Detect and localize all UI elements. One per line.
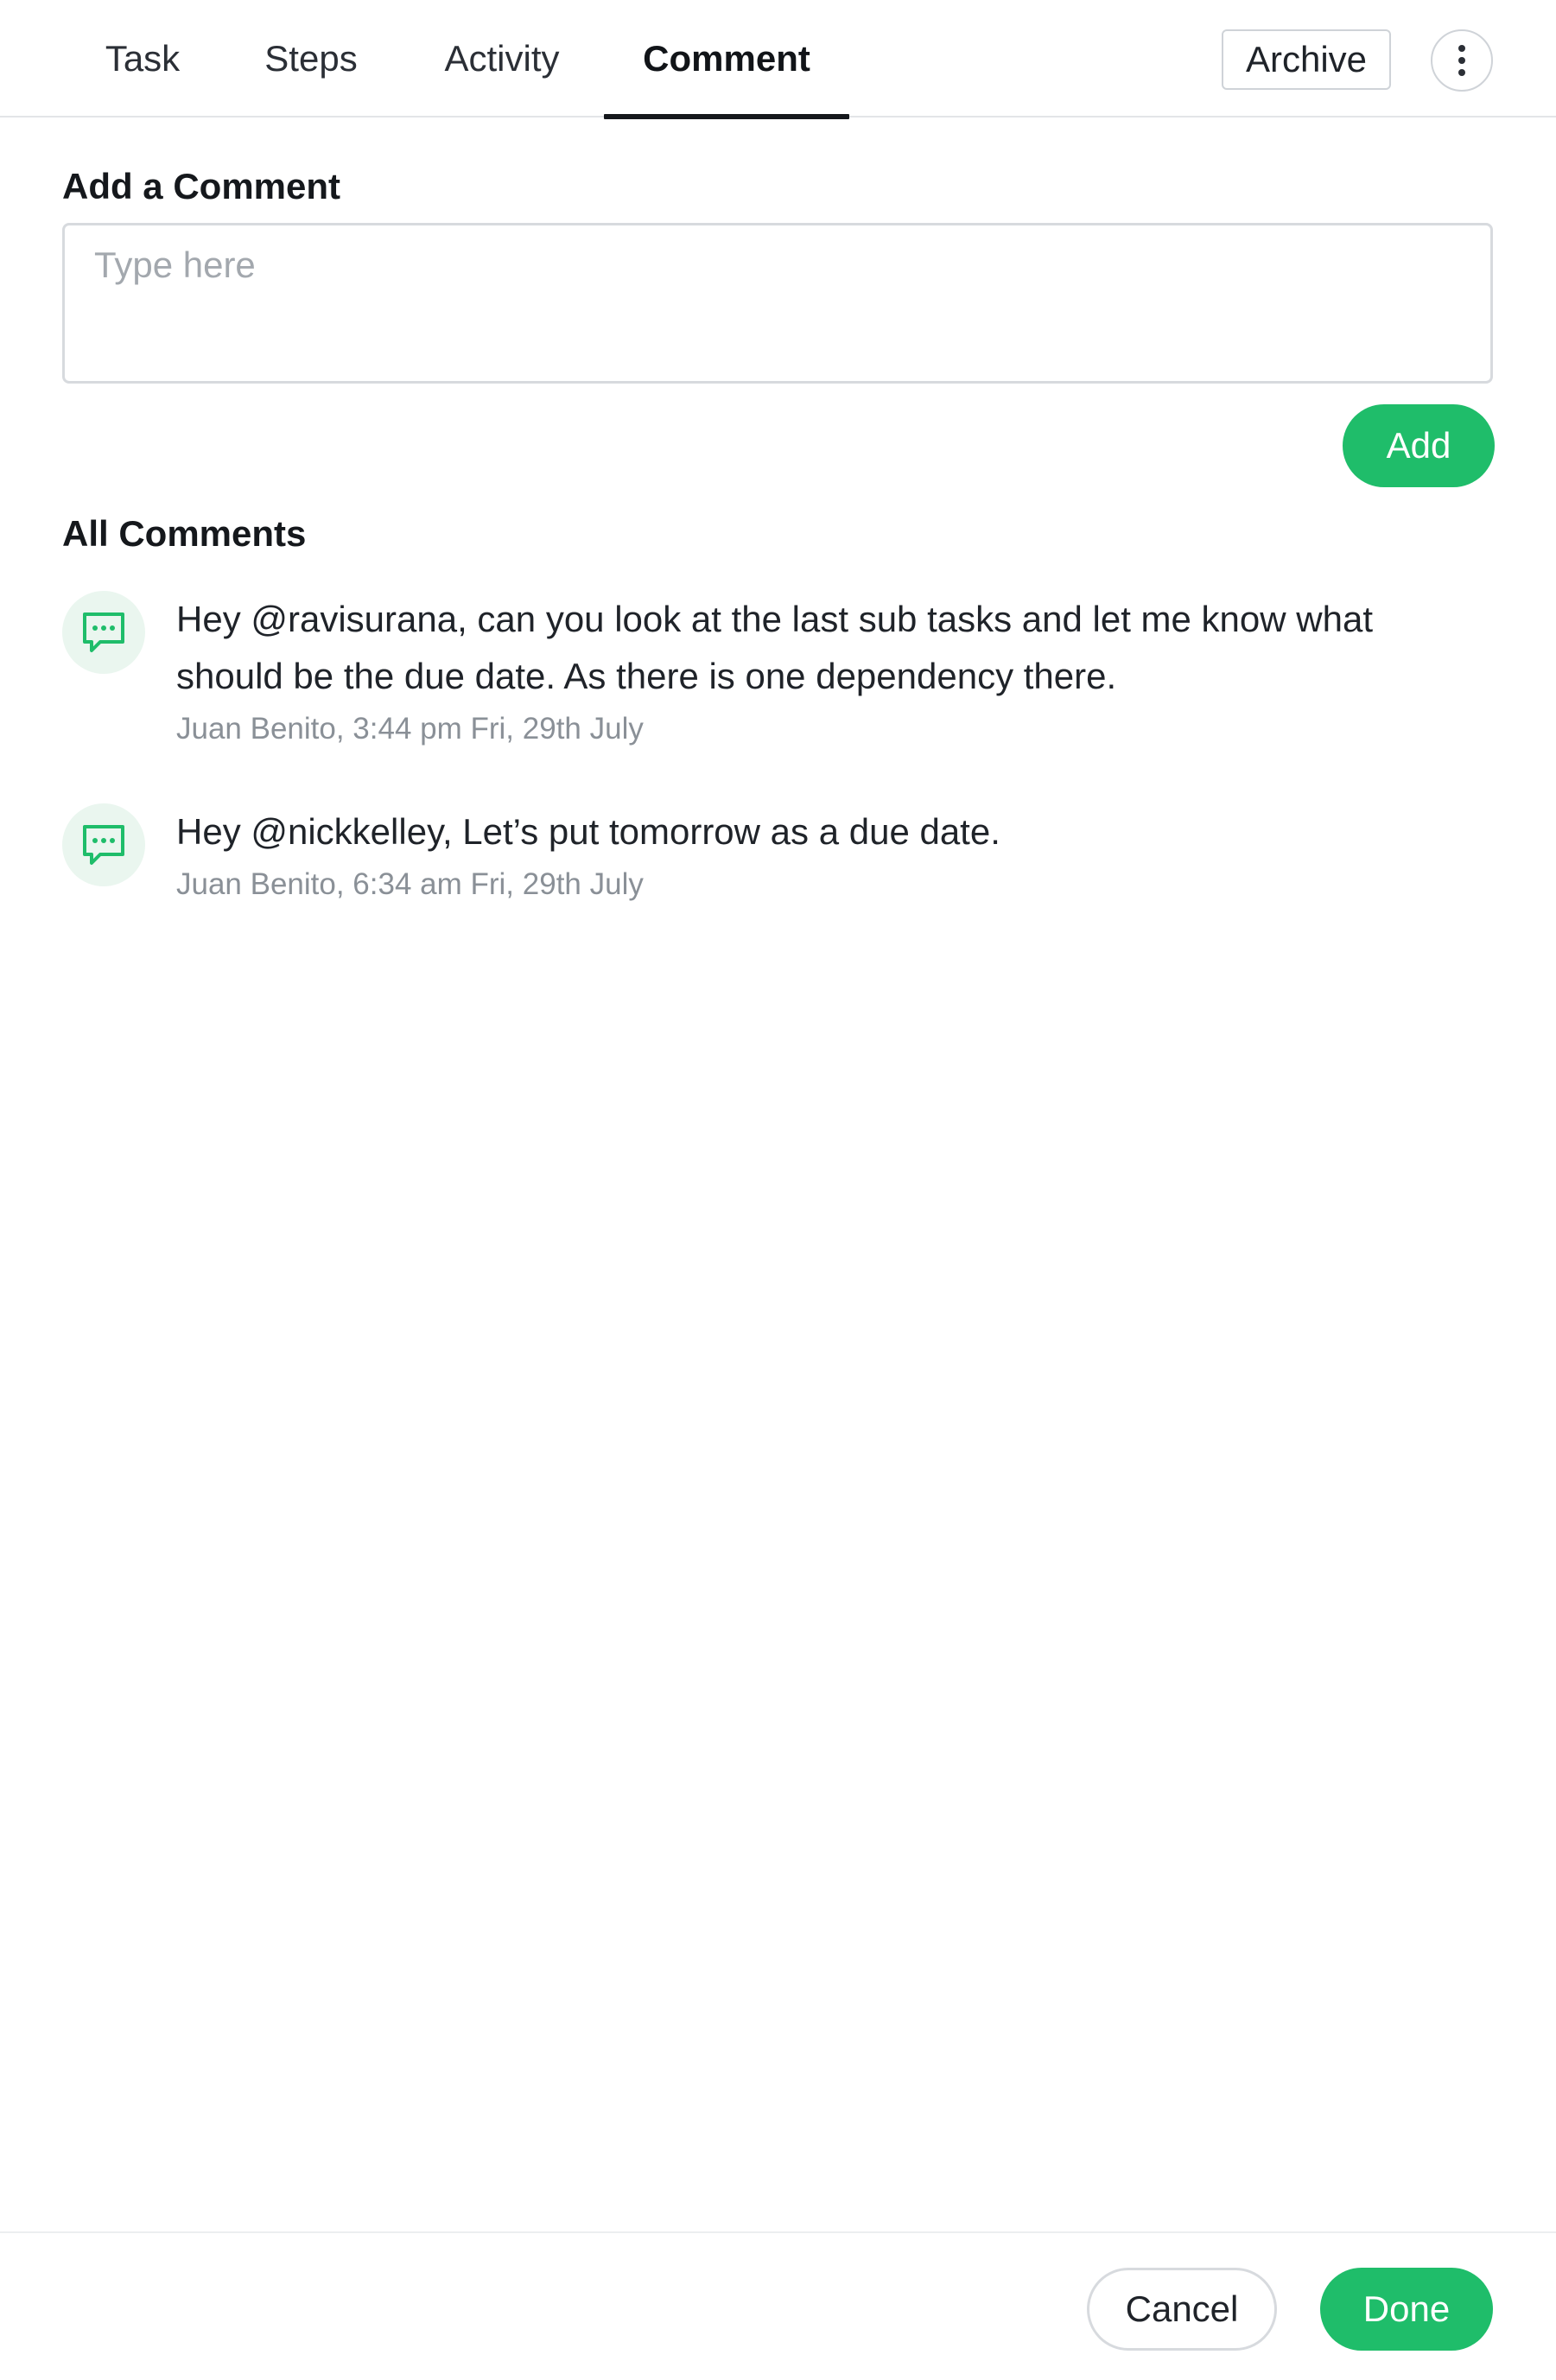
more-options-button[interactable] — [1431, 29, 1493, 92]
tab-label: Task — [105, 38, 181, 79]
cancel-button-label: Cancel — [1125, 2288, 1239, 2329]
add-comment-title: Add a Comment — [62, 166, 341, 206]
add-comment-button[interactable]: Add — [1343, 404, 1495, 487]
comment-item: Hey @ravisurana, can you look at the las… — [62, 591, 1493, 755]
comment-meta: Juan Benito, 6:34 am Fri, 29th July — [176, 867, 644, 901]
active-tab-indicator — [604, 114, 849, 119]
tab-activity[interactable]: Activity — [429, 0, 575, 117]
tab-label: Steps — [264, 38, 358, 79]
comment-text: Hey @ravisurana, can you look at the las… — [176, 599, 1373, 696]
archive-button-label: Archive — [1245, 39, 1368, 79]
comment-meta: Juan Benito, 3:44 pm Fri, 29th July — [176, 712, 644, 746]
comment-input[interactable] — [62, 223, 1493, 384]
comment-text: Hey @nickkelley, Let’s put tomorrow as a… — [176, 811, 1000, 852]
tab-label: Comment — [643, 38, 810, 79]
comment-avatar — [62, 591, 145, 674]
tab-label: Activity — [444, 38, 560, 79]
comment-avatar — [62, 803, 145, 886]
tab-steps[interactable]: Steps — [251, 0, 372, 117]
tab-bar: Task Steps Activity Comment Archive — [0, 0, 1556, 119]
done-button-label: Done — [1362, 2288, 1451, 2329]
tab-comment[interactable]: Comment — [604, 0, 849, 119]
chat-bubble-icon — [83, 612, 124, 652]
chat-bubble-icon — [83, 825, 124, 865]
footer-bar: Cancel Done — [0, 2231, 1556, 2380]
done-button[interactable]: Done — [1320, 2268, 1493, 2351]
cancel-button[interactable]: Cancel — [1087, 2268, 1277, 2351]
archive-button[interactable]: Archive — [1222, 29, 1391, 90]
vertical-dots-icon — [1458, 45, 1465, 76]
all-comments-title: All Comments — [62, 513, 307, 554]
tab-task[interactable]: Task — [86, 0, 199, 117]
comment-item: Hey @nickkelley, Let’s put tomorrow as a… — [62, 803, 1493, 916]
add-button-label: Add — [1386, 425, 1451, 466]
